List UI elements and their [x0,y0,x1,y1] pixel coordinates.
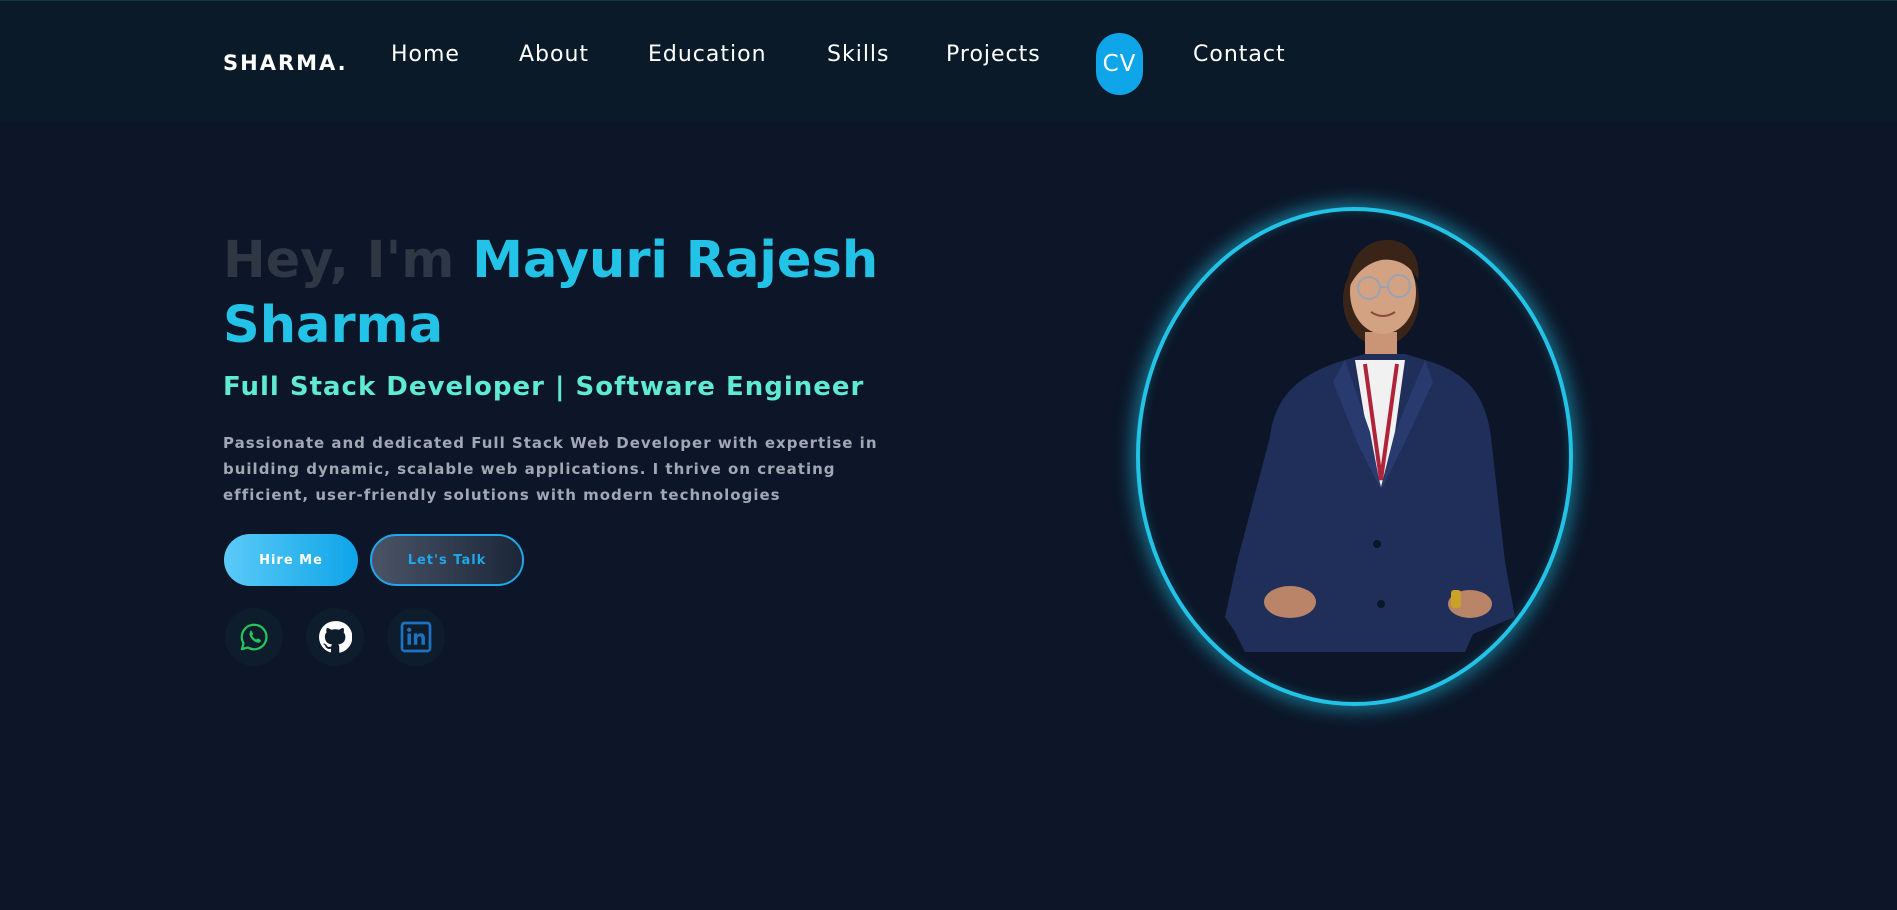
linkedin-link[interactable] [387,608,445,666]
hero-name-line2: Sharma [223,296,444,355]
nav-link-home[interactable]: Home [391,42,460,67]
hero-name-line1: Mayuri Rajesh [472,231,879,290]
lets-talk-button[interactable]: Let's Talk [370,534,524,586]
whatsapp-link[interactable] [225,608,283,666]
hero-heading: Hey, I'm Mayuri Rajesh Sharma [223,228,923,358]
nav-link-projects[interactable]: Projects [946,42,1041,67]
profile-photo [1215,232,1525,682]
hero-description: Passionate and dedicated Full Stack Web … [223,434,878,504]
github-icon [319,621,352,653]
nav-link-skills[interactable]: Skills [827,42,890,67]
portfolio-page: SHARMA. Home About Education Skills Proj… [0,0,1897,910]
nav-link-education[interactable]: Education [648,42,767,67]
nav-link-contact[interactable]: Contact [1193,42,1286,67]
github-link[interactable] [306,608,364,666]
linkedin-icon [400,621,432,653]
site-logo[interactable]: SHARMA. [223,51,348,75]
nav-link-about[interactable]: About [519,42,589,67]
hire-me-button[interactable]: Hire Me [224,534,358,586]
navbar: SHARMA. Home About Education Skills Proj… [0,0,1897,122]
cv-button[interactable]: CV [1096,33,1143,95]
whatsapp-icon [240,623,268,651]
hero-greeting: Hey, I'm [223,231,473,290]
hero-subtitle: Full Stack Developer | Software Engineer [223,372,865,402]
